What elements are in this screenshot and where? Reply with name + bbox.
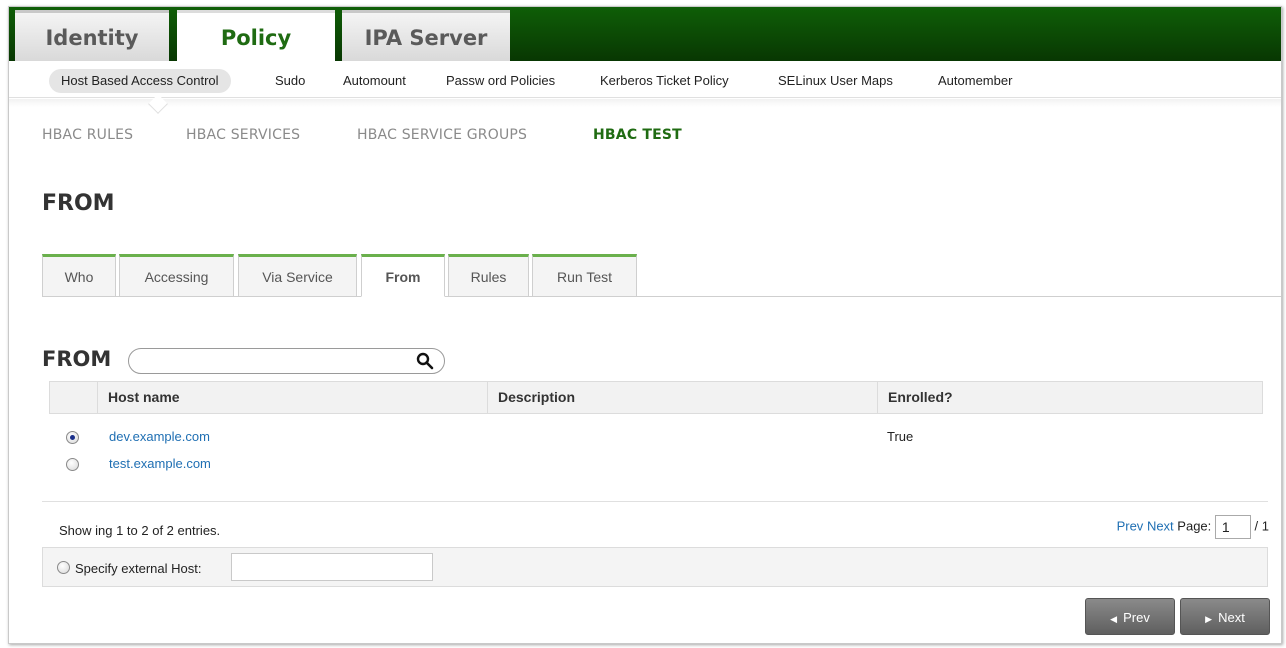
- host-link[interactable]: dev.example.com: [109, 429, 210, 444]
- pagination: Prev Next Page: 1 / 1: [1117, 515, 1269, 541]
- triangle-right-icon: ▶: [1205, 614, 1213, 624]
- host-link[interactable]: test.example.com: [109, 456, 211, 471]
- table-row: dev.example.com True: [49, 427, 1263, 453]
- menu-automount[interactable]: Automount: [331, 69, 418, 93]
- top-navigation-bar: Identity Policy IPA Server: [9, 7, 1281, 61]
- page-total: / 1: [1254, 518, 1269, 534]
- row-select-radio[interactable]: [66, 458, 79, 471]
- step-via-service[interactable]: Via Service: [238, 254, 357, 297]
- external-host-input[interactable]: [231, 553, 433, 581]
- next-button[interactable]: ▶ Next: [1180, 598, 1270, 635]
- tab-hbac-service-groups[interactable]: HBAC SERVICE GROUPS: [357, 127, 527, 143]
- menu-selinux-user-maps[interactable]: SELinux User Maps: [766, 69, 905, 93]
- prev-button[interactable]: ◀ Prev: [1085, 598, 1175, 635]
- table-row: test.example.com: [49, 454, 1263, 480]
- app-window: Identity Policy IPA Server Host Based Ac…: [8, 6, 1282, 644]
- column-host-name[interactable]: Host name: [97, 382, 487, 413]
- external-host-label: Specify external Host:: [75, 561, 202, 576]
- menu-kerberos-ticket-policy[interactable]: Kerberos Ticket Policy: [588, 69, 741, 93]
- step-run-test[interactable]: Run Test: [532, 254, 637, 297]
- prev-button-label: Prev: [1123, 610, 1150, 625]
- page-label: Page:: [1177, 518, 1212, 534]
- external-host-panel: Specify external Host:: [42, 547, 1268, 587]
- page-title: FROM: [42, 191, 115, 216]
- step-rules[interactable]: Rules: [448, 254, 529, 297]
- column-description[interactable]: Description: [487, 382, 877, 413]
- menu-automember[interactable]: Automember: [926, 69, 1024, 93]
- menu-sudo[interactable]: Sudo: [263, 69, 317, 93]
- next-button-label: Next: [1218, 610, 1245, 625]
- column-enrolled[interactable]: Enrolled?: [877, 382, 1262, 413]
- policy-submenu: Host Based Access Control Sudo Automount…: [9, 61, 1281, 98]
- tab-hbac-services[interactable]: HBAC SERVICES: [186, 127, 300, 143]
- step-accessing[interactable]: Accessing: [119, 254, 234, 297]
- triangle-left-icon: ◀: [1110, 614, 1118, 624]
- table-header: Host name Description Enrolled?: [49, 381, 1263, 414]
- external-host-radio[interactable]: [57, 561, 70, 574]
- menu-password-policies[interactable]: Passw ord Policies: [434, 69, 567, 93]
- search-field[interactable]: [128, 348, 445, 374]
- search-icon[interactable]: [416, 352, 434, 370]
- pager-next-link[interactable]: Next: [1147, 518, 1174, 533]
- step-who[interactable]: Who: [42, 254, 116, 297]
- submenu-shadow: [9, 99, 1281, 107]
- host-enrolled: True: [887, 429, 914, 444]
- row-select-radio[interactable]: [66, 431, 79, 444]
- tab-identity[interactable]: Identity: [15, 10, 169, 61]
- tab-hbac-test[interactable]: HBAC TEST: [593, 127, 682, 143]
- menu-host-based-access-control[interactable]: Host Based Access Control: [49, 69, 231, 93]
- tab-ipa-server[interactable]: IPA Server: [342, 10, 510, 61]
- step-from[interactable]: From: [361, 254, 445, 297]
- page-number-input[interactable]: 1: [1214, 515, 1251, 539]
- facet-title: FROM: [42, 347, 112, 371]
- pager-prev-link[interactable]: Prev: [1117, 518, 1144, 533]
- table-footer-divider: [42, 501, 1268, 502]
- tab-policy[interactable]: Policy: [177, 10, 335, 61]
- tab-hbac-rules[interactable]: HBAC RULES: [42, 127, 133, 143]
- entries-summary: Show ing 1 to 2 of 2 entries.: [59, 523, 221, 538]
